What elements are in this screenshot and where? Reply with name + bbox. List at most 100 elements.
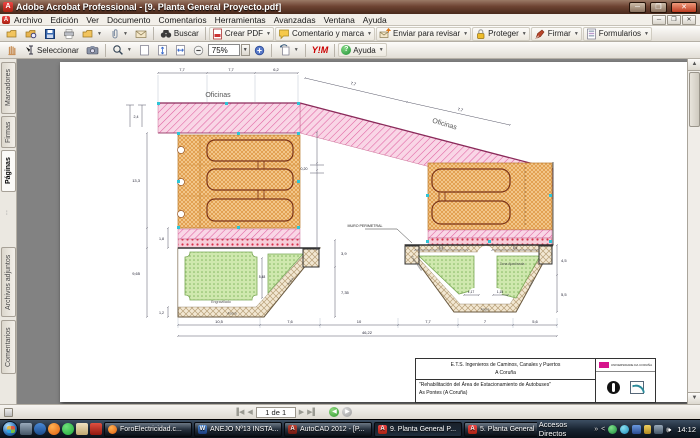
zoom-level-field[interactable]: 75% — [208, 44, 240, 56]
dim-24: 2,4 — [134, 115, 139, 119]
skype-icon[interactable] — [620, 425, 629, 434]
rotate-pages-button[interactable]: ▼ — [275, 43, 302, 57]
actual-size-button[interactable] — [136, 43, 153, 57]
page-indicator[interactable]: 1 de 1 — [256, 407, 296, 418]
protect-button[interactable]: Proteger▼ — [472, 27, 530, 41]
task-planta-general-estado[interactable]: A 5. Planta General E... — [464, 422, 537, 437]
clock[interactable]: 14:12 — [677, 425, 696, 434]
open-folder-icon — [6, 28, 18, 40]
menu-edicion[interactable]: Edición — [46, 14, 82, 26]
email-button[interactable] — [132, 27, 150, 41]
zoom-out-button[interactable] — [190, 43, 207, 57]
label-engravillado-left: Engravillado — [211, 300, 231, 304]
next-page-button[interactable]: ▶ — [299, 408, 304, 416]
tab-archivos-adjuntos[interactable]: Archivos adjuntos — [1, 247, 16, 317]
attach-button[interactable]: ▼ — [106, 27, 131, 41]
last-page-button[interactable]: ▶▌ — [307, 408, 317, 416]
dim-bottom-6: 5,6 — [532, 319, 538, 324]
media-player-icon[interactable] — [90, 423, 102, 435]
firefox-icon[interactable] — [48, 423, 60, 435]
mail-shortcut-icon[interactable] — [76, 423, 88, 435]
menu-ver[interactable]: Ver — [82, 14, 103, 26]
menu-avanzadas[interactable]: Avanzadas — [270, 14, 320, 26]
pen-input-icon[interactable] — [644, 425, 651, 434]
dropdown-arrow-icon: ▼ — [574, 31, 579, 37]
display-settings-icon[interactable] — [654, 425, 663, 434]
menu-herramientas[interactable]: Herramientas — [211, 14, 270, 26]
universidade-logo-icon — [599, 362, 609, 368]
fit-width-button[interactable] — [172, 43, 189, 57]
remote-session-icon[interactable] — [632, 425, 641, 434]
snapshot-button[interactable] — [83, 43, 102, 57]
forms-button[interactable]: Formularios▼ — [583, 27, 652, 41]
volume-icon[interactable]: 🕪 — [666, 425, 674, 434]
garden-area-left — [178, 248, 320, 317]
previous-page-button[interactable]: ◀ — [247, 408, 252, 416]
comment-markup-button[interactable]: Comentario y marca▼ — [275, 27, 375, 41]
label-acera-left: Acera — [227, 312, 236, 316]
school-seal-icon — [607, 381, 620, 394]
print-button[interactable] — [60, 27, 78, 41]
close-button[interactable]: ✕ — [671, 2, 697, 13]
scroll-up-button[interactable]: ▲ — [688, 59, 700, 71]
yim-button[interactable]: Y!M — [309, 43, 332, 57]
separator — [305, 44, 306, 57]
minimize-button[interactable]: ─ — [629, 2, 646, 13]
tab-comentarios[interactable]: Comentarios — [1, 320, 16, 374]
next-view-button[interactable]: ▶ — [342, 407, 352, 417]
fit-page-icon — [157, 44, 168, 56]
combine-files-button[interactable]: ▼ — [79, 27, 105, 41]
whatsapp-icon[interactable] — [62, 423, 74, 435]
title-block-logos: UNIVERSIDADE DA CORUÑA — [596, 359, 655, 402]
scroll-down-button[interactable]: ▼ — [688, 392, 700, 404]
marquee-zoom-button[interactable]: ▼ — [109, 43, 135, 57]
select-tool-button[interactable]: Seleccionar — [22, 43, 82, 57]
task-foroelectricidad[interactable]: ForoElectricidad.c... — [104, 422, 192, 437]
panel-divider-dots: ⁞ — [6, 211, 8, 217]
task-autocad[interactable]: A AutoCAD 2012 - [P... — [284, 422, 372, 437]
tab-marcadores[interactable]: Marcadores — [1, 62, 16, 114]
menu-ayuda[interactable]: Ayuda — [359, 14, 391, 26]
create-pdf-button[interactable]: Crear PDF▼ — [209, 27, 274, 41]
minus-circle-icon — [193, 45, 204, 56]
tab-firmas[interactable]: Firmas — [1, 116, 16, 148]
send-review-button[interactable]: Enviar para revisar▼ — [376, 27, 471, 41]
start-button[interactable] — [2, 421, 18, 437]
menu-archivo[interactable]: Archivo — [10, 14, 46, 26]
sign-button[interactable]: Firmar▼ — [531, 27, 582, 41]
toolbar-overflow-icon[interactable]: » — [594, 426, 598, 433]
app-shortcut-icon[interactable] — [34, 423, 46, 435]
organizer-button[interactable] — [22, 27, 40, 41]
mdi-restore-button[interactable]: ❐ — [667, 15, 681, 25]
first-page-button[interactable]: ▐◀ — [234, 408, 244, 416]
search-button[interactable]: Buscar — [157, 27, 202, 41]
show-desktop-icon[interactable] — [20, 423, 32, 435]
dropdown-arrow-icon: ▼ — [463, 31, 468, 37]
menu-comentarios[interactable]: Comentarios — [154, 14, 210, 26]
save-button[interactable] — [41, 27, 59, 41]
task-planta-general-proyecto[interactable]: A 9. Planta General P... — [374, 422, 462, 437]
autocad-icon: A — [288, 425, 297, 434]
mdi-minimize-button[interactable]: ─ — [652, 15, 666, 25]
dropdown-arrow-icon: ▼ — [266, 31, 271, 37]
binoculars-icon — [160, 28, 172, 39]
zoom-in-button[interactable] — [251, 43, 268, 57]
menu-bar: A Archivo Edición Ver Documento Comentar… — [0, 14, 700, 26]
help-button[interactable]: ? Ayuda▼ — [338, 43, 387, 57]
menu-documento[interactable]: Documento — [103, 14, 154, 26]
fit-page-button[interactable] — [154, 43, 171, 57]
task-anejo-13[interactable]: W ANEJO Nº13 INSTA... — [194, 422, 282, 437]
tab-paginas[interactable]: Páginas — [1, 150, 16, 192]
zoom-dropdown-button[interactable]: ▼ — [241, 44, 250, 56]
scrollbar-thumb[interactable] — [689, 72, 700, 127]
accesos-directos-toolbar[interactable]: Accesos Directos — [539, 420, 591, 438]
hand-tool-button[interactable] — [3, 43, 21, 57]
previous-view-button[interactable]: ◀ — [329, 407, 339, 417]
menu-ventana[interactable]: Ventana — [320, 14, 359, 26]
hidden-icons-button[interactable]: < — [601, 426, 605, 433]
vertical-scrollbar[interactable]: ▲ ▼ — [687, 59, 700, 404]
restore-button[interactable]: ❐ — [650, 2, 667, 13]
antivirus-icon[interactable] — [608, 425, 617, 434]
open-button[interactable] — [3, 27, 21, 41]
mdi-close-button[interactable]: ✕ — [682, 15, 696, 25]
